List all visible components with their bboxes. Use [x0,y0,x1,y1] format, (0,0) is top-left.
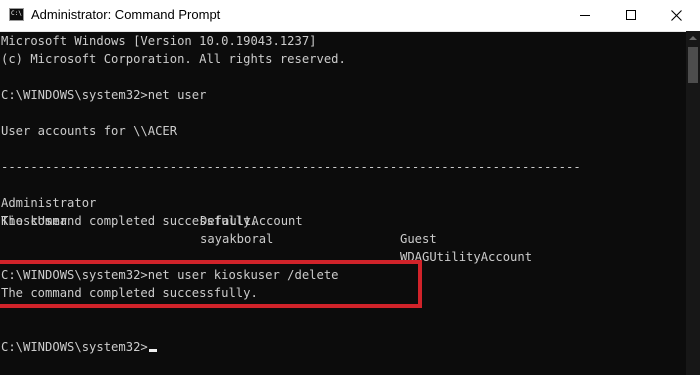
highlight-annotation-box [0,260,422,308]
scroll-thumb[interactable] [688,47,698,83]
text-cursor [148,349,157,352]
vertical-scrollbar[interactable] [686,31,700,375]
account-cell: sayakboral [200,232,274,246]
maximize-icon [626,10,636,20]
cmd-icon-glyph: C:\ [11,10,22,17]
scroll-up-button[interactable] [686,31,700,45]
chevron-up-icon [689,36,697,40]
version-line: Microsoft Windows [Version 10.0.19043.12… [1,34,317,48]
accounts-heading: User accounts for \\ACER [1,124,178,138]
accounts-row: KioskUser sayakboral WDAGUtilityAccount [1,194,681,264]
close-icon [671,10,682,21]
close-button[interactable] [654,0,700,31]
console-output[interactable]: Microsoft Windows [Version 10.0.19043.12… [0,31,686,375]
minimize-icon [580,15,590,16]
separator-line: ----------------------------------------… [1,160,581,174]
cmd-icon[interactable]: C:\ [9,8,24,21]
current-prompt-line[interactable]: C:\WINDOWS\system32> [1,338,157,356]
maximize-button[interactable] [608,0,654,31]
accounts-row: Administrator DefaultAccount Guest [1,176,681,246]
account-cell: Guest [400,232,437,246]
minimize-button[interactable] [562,0,608,31]
command-prompt-window: C:\ Administrator: Command Prompt Micros… [0,0,700,375]
completion-message: The command completed successfully. [1,214,258,228]
command-line-net-user: C:\WINDOWS\system32>net user [1,88,207,102]
title-bar[interactable]: C:\ Administrator: Command Prompt [0,0,700,32]
window-title: Administrator: Command Prompt [31,7,221,22]
copyright-line: (c) Microsoft Corporation. All rights re… [1,52,346,66]
prompt-text: C:\WINDOWS\system32> [1,340,148,354]
